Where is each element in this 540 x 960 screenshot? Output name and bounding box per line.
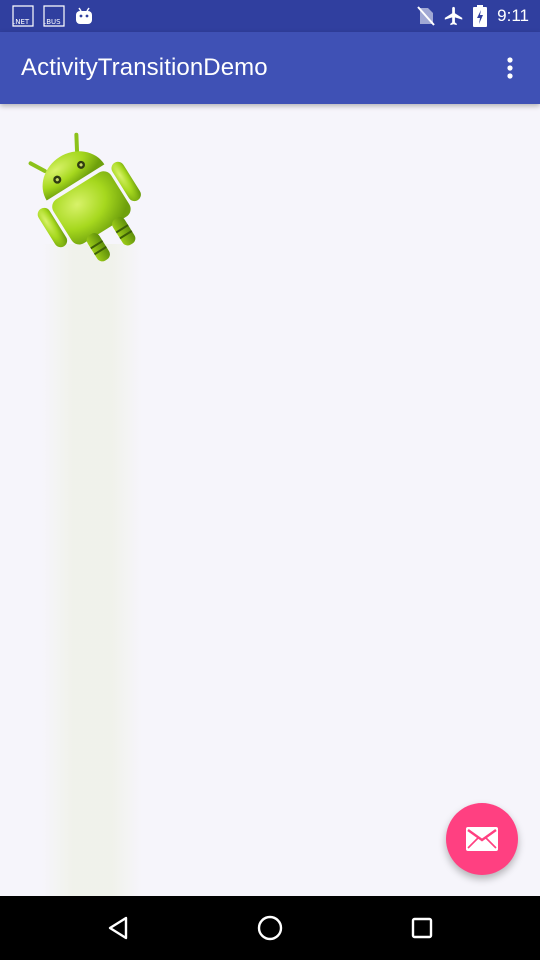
net-icon-label: .NET bbox=[13, 18, 30, 26]
bus-icon-label: .BUS bbox=[44, 18, 61, 26]
android-notification-icon bbox=[76, 7, 92, 24]
airplane-mode-icon bbox=[445, 6, 463, 26]
content-area bbox=[0, 104, 540, 896]
clock: 9:11 bbox=[497, 6, 529, 25]
battery-charging-icon bbox=[473, 5, 488, 27]
android-robot-icon[interactable] bbox=[16, 128, 152, 264]
recents-button[interactable] bbox=[402, 908, 442, 948]
net-icon: .NET bbox=[12, 5, 34, 27]
system-icons: 9:11 bbox=[417, 4, 529, 28]
email-icon bbox=[466, 827, 498, 851]
home-button[interactable] bbox=[250, 908, 290, 948]
back-button[interactable] bbox=[98, 908, 138, 948]
navigation-bar bbox=[0, 896, 540, 960]
back-icon bbox=[108, 916, 128, 940]
overflow-menu-button[interactable] bbox=[496, 52, 524, 84]
email-fab[interactable] bbox=[446, 803, 518, 875]
bus-icon: .BUS bbox=[43, 5, 65, 27]
no-sim-icon bbox=[417, 6, 435, 26]
recents-icon bbox=[411, 917, 433, 939]
status-bar: .NET .BUS 9:11 bbox=[0, 0, 540, 32]
app-bar: ActivityTransitionDemo bbox=[0, 32, 540, 104]
app-title: ActivityTransitionDemo bbox=[21, 54, 268, 81]
home-icon bbox=[257, 915, 283, 941]
transition-trail bbox=[42, 244, 142, 896]
notification-icons: .NET .BUS bbox=[12, 4, 94, 28]
overflow-menu-icon bbox=[507, 57, 513, 79]
